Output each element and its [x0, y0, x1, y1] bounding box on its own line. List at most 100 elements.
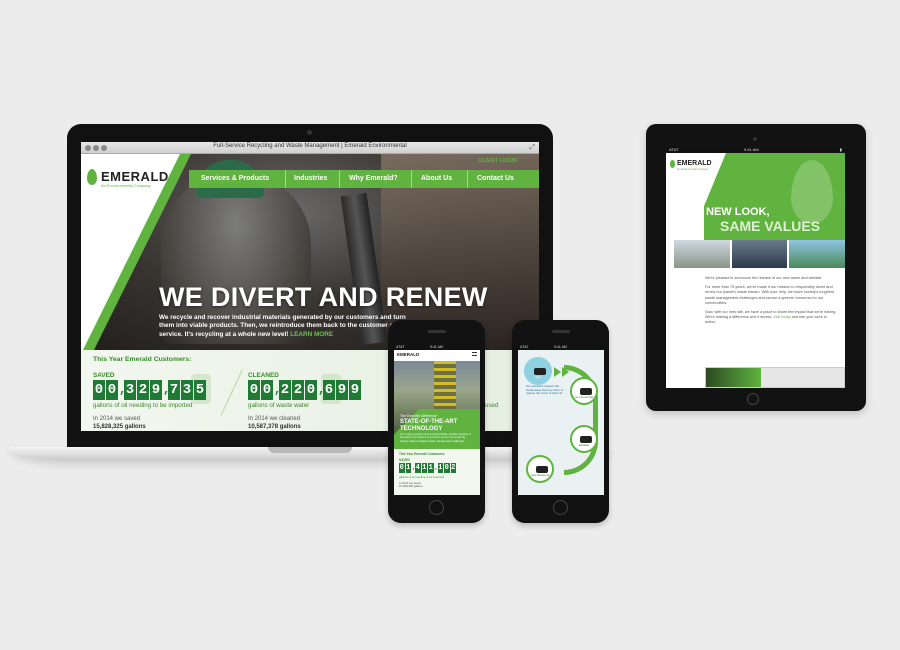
counter-digit: 7 — [168, 380, 180, 400]
counter-digit: 1 — [428, 463, 434, 473]
oil-collection-step[interactable]: OIL COLLECTION — [570, 377, 598, 405]
website-thumbnail[interactable] — [705, 367, 845, 388]
refining-step[interactable]: REFINING — [570, 425, 598, 453]
stat-label-saved: SAVED — [93, 372, 115, 379]
tablet-paragraph: We're pleased to announce the release of… — [705, 276, 823, 280]
tablet-status-bar: AT&T 9:41 AM ▮ — [666, 146, 845, 153]
pickup-step[interactable]: PICK — [524, 357, 552, 385]
saved-counter: 0 0 , 3 2 9 , 7 3 5 — [93, 380, 206, 400]
counter-digit: 4 — [415, 463, 421, 473]
main-nav: Services & Products Industries Why Emera… — [189, 170, 539, 188]
phone-speaker — [428, 330, 446, 333]
hero-copy: We recycle and recover industrial materi… — [159, 314, 409, 339]
tanker-icon — [580, 388, 592, 395]
counter-digit: 2 — [137, 380, 149, 400]
water-photo — [731, 240, 788, 268]
counter-separator: , — [274, 383, 282, 397]
counter-digit: 0 — [106, 380, 118, 400]
tablet-logo[interactable]: EMERALD — [677, 160, 712, 167]
counter-digit: 2 — [450, 463, 456, 473]
laptop-notch — [268, 447, 352, 453]
phone-kicker: The Emerald Difference — [400, 414, 437, 418]
stat-desc-saved: gallons of oil needing to be imported — [93, 402, 193, 409]
carrier-label: AT&T — [669, 147, 679, 152]
nav-services-products[interactable]: Services & Products — [201, 175, 269, 182]
tablet-home-button[interactable] — [747, 393, 759, 405]
learn-more-link[interactable]: LEARN MORE — [290, 331, 333, 338]
fullscreen-icon[interactable]: ⤢ — [529, 144, 535, 151]
phone-stats-heading: This Year Emerald Customers: — [399, 452, 446, 456]
client-login-link[interactable]: CLIENT LOGIN — [478, 158, 517, 164]
barrels-icon — [536, 466, 548, 473]
phone-stat-prior: In 2014 we saved 15,828,325 gallons — [399, 481, 423, 489]
stat-prior-saved: In 2014 we saved 15,828,325 gallons — [93, 416, 146, 431]
phone-home-button[interactable] — [429, 500, 444, 515]
counter-digit: 3 — [124, 380, 136, 400]
tablet-paragraph: Now, with our new site, we have a place … — [705, 310, 837, 326]
battery-icon: ▮ — [839, 147, 842, 152]
nav-divider — [285, 170, 286, 188]
stat-desc-cleaned: gallons of waste water — [248, 402, 310, 409]
phone-speaker — [552, 330, 570, 333]
phone-2-screen: AT&T 9:41 AM PICK OIL COLLECTION Our pro… — [518, 345, 604, 495]
stat-label-cleaned: CLEANED — [248, 372, 279, 379]
stat-desc-third: used — [485, 402, 499, 409]
phone-status-bar: AT&T 9:41 AM — [394, 345, 480, 350]
counter-separator: , — [163, 383, 171, 397]
browser-titlebar: Full-Service Recycling and Waste Managem… — [81, 142, 539, 154]
nav-about-us[interactable]: About Us — [421, 175, 452, 182]
phone-hero-title: STATE-OF-THE-ART TECHNOLOGY — [400, 419, 457, 432]
river-photo — [789, 240, 845, 268]
counter-digit: 6 — [323, 380, 335, 400]
phone-stat-desc: gallons of oil needing to be imported — [399, 475, 444, 479]
phone-title-line: STATE-OF-THE-ART — [400, 419, 458, 425]
phone-logo[interactable]: EMERALD — [397, 352, 419, 357]
counter-digit: 0 — [399, 463, 405, 473]
tablet-headline-1: NEW LOOK, — [706, 206, 770, 218]
counter-digit: 1 — [437, 463, 443, 473]
chevron-right-icon — [562, 367, 569, 377]
stat-prior-label: In 2014 we saved — [93, 416, 141, 422]
fuel-products-step[interactable]: FUEL PRODUCTS — [526, 455, 554, 483]
counter-digit: 5 — [194, 380, 206, 400]
counter-digit: 0 — [248, 380, 260, 400]
counter-digit: 1 — [421, 463, 427, 473]
status-time: 9:41 AM — [744, 147, 759, 152]
tablet-logo-tagline: An Environmental Company — [677, 168, 709, 171]
site-logo-tagline: An Environmental Company — [101, 183, 151, 188]
site-logo[interactable]: EMERALD — [101, 169, 169, 184]
nav-why-emerald[interactable]: Why Emerald? — [349, 175, 398, 182]
counter-digit: 0 — [93, 380, 105, 400]
tablet-camera — [753, 137, 757, 141]
phone-title-line: TECHNOLOGY — [400, 425, 443, 432]
hamburger-menu-icon[interactable] — [472, 352, 477, 356]
nav-divider — [339, 170, 340, 188]
emerald-leaf-icon — [87, 169, 97, 185]
tablet-screen: AT&T 9:41 AM ▮ EMERALD An Environmental … — [666, 146, 845, 388]
nav-contact-us[interactable]: Contact Us — [477, 175, 514, 182]
phone-stats: This Year Emerald Customers: SAVED 0 1 ,… — [394, 449, 480, 495]
stats-heading: This Year Emerald Customers: — [93, 356, 192, 363]
visit-today-link[interactable]: Visit today — [773, 315, 790, 319]
counter-digit: 0 — [444, 463, 450, 473]
hero-headline: WE DIVERT AND RENEW — [159, 282, 488, 312]
status-time: 9:41 AM — [430, 345, 443, 349]
phone-prior-value: 15,828,325 gallons — [399, 484, 423, 489]
nav-industries[interactable]: Industries — [294, 175, 327, 182]
phone-home-button[interactable] — [553, 500, 568, 515]
tablet-body: We're pleased to announce the release of… — [705, 276, 837, 330]
refinery-icon — [580, 436, 592, 443]
counter-digit: 0 — [305, 380, 317, 400]
emerald-leaf-icon — [670, 160, 675, 168]
stat-prior-value: 10,587,378 gallons — [248, 423, 301, 430]
step-caption: PICK — [535, 377, 541, 379]
process-description: Our products support the businesses that… — [526, 384, 564, 396]
counter-digit: 9 — [150, 380, 162, 400]
phone-counter: 0 1 , 4 1 1 , 1 0 2 — [399, 463, 456, 473]
stat-divider — [220, 370, 243, 416]
nav-divider — [411, 170, 412, 188]
phone-stat-label: SAVED — [399, 458, 410, 462]
counter-separator: , — [412, 464, 416, 471]
counter-digit: 2 — [279, 380, 291, 400]
cleaned-counter: 0 0 , 2 2 0 , 6 9 9 — [248, 380, 361, 400]
